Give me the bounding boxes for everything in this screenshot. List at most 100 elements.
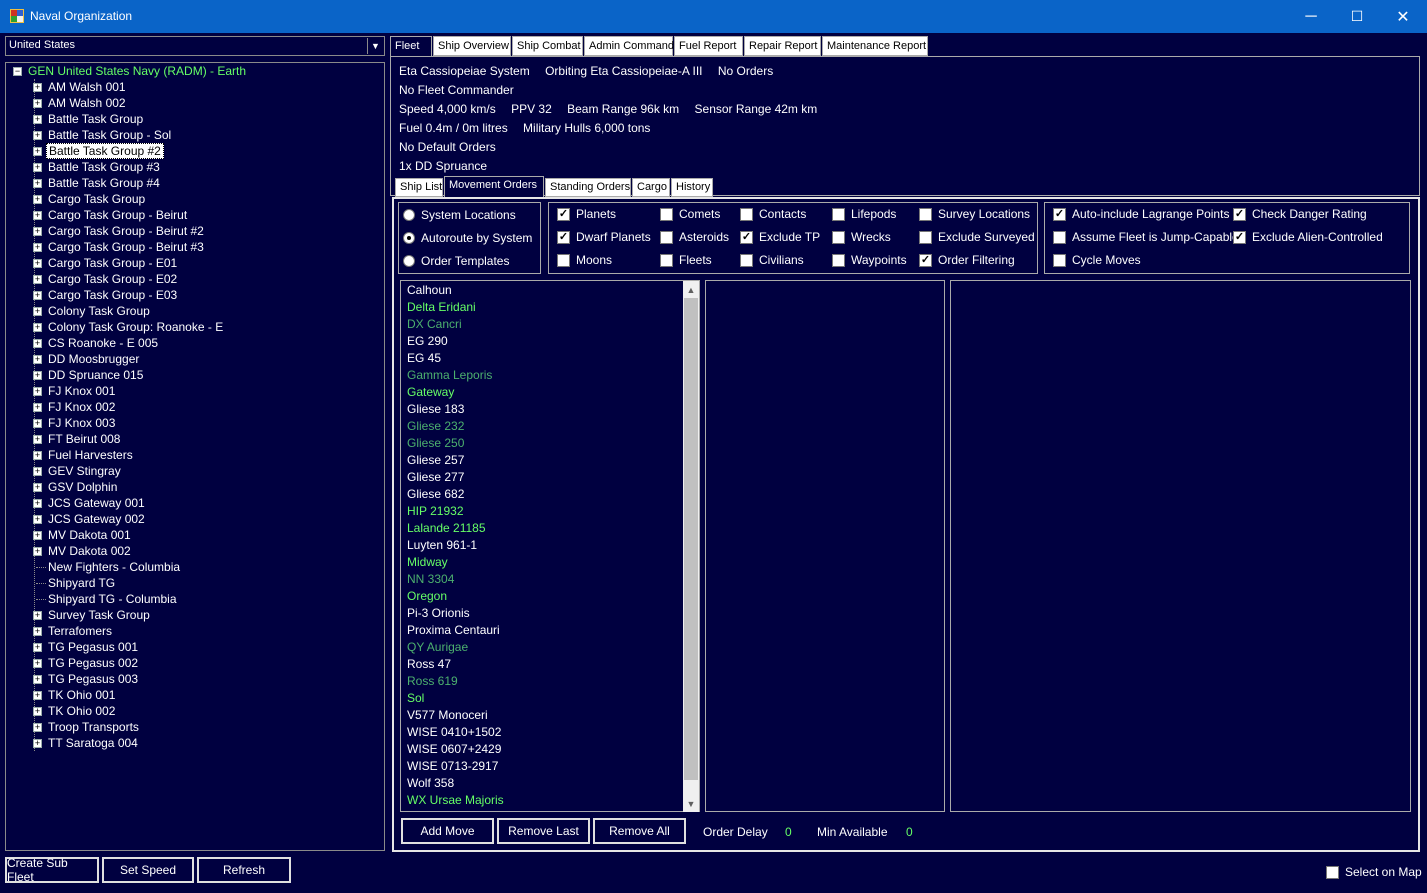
- system-list-item[interactable]: HIP 21932: [407, 504, 464, 518]
- tree-item[interactable]: Terrafomers: [46, 623, 114, 639]
- tree-item[interactable]: CS Roanoke - E 005: [46, 335, 160, 351]
- tree-item[interactable]: TT Saratoga 004: [46, 735, 140, 751]
- select-on-map-checkbox[interactable]: Select on Map: [1326, 865, 1422, 879]
- checkbox[interactable]: ✓: [1233, 230, 1246, 244]
- tree-item[interactable]: Fuel Harvesters: [46, 447, 135, 463]
- expand-icon[interactable]: +: [33, 515, 42, 524]
- checkbox[interactable]: ✓: [740, 230, 753, 244]
- tree-item[interactable]: Cargo Task Group - Beirut #3: [46, 239, 206, 255]
- tree-item[interactable]: Shipyard TG: [46, 575, 117, 591]
- tree-item[interactable]: Colony Task Group: Roanoke - E: [46, 319, 225, 335]
- checkbox[interactable]: [832, 207, 845, 221]
- expand-icon[interactable]: +: [33, 355, 42, 364]
- close-button[interactable]: ✕: [1380, 0, 1426, 33]
- radio-button[interactable]: [403, 255, 415, 267]
- tree-item[interactable]: FJ Knox 002: [46, 399, 117, 415]
- checkbox[interactable]: [1326, 865, 1339, 879]
- set-speed-button[interactable]: Set Speed: [102, 857, 194, 883]
- tree-item[interactable]: FT Beirut 008: [46, 431, 122, 447]
- tree-item[interactable]: FJ Knox 003: [46, 415, 117, 431]
- system-list-item[interactable]: Gliese 277: [407, 470, 464, 484]
- expand-icon[interactable]: +: [33, 467, 42, 476]
- system-list-item[interactable]: Ross 619: [407, 674, 458, 688]
- refresh-button[interactable]: Refresh: [197, 857, 291, 883]
- system-list-item[interactable]: NN 3304: [407, 572, 454, 586]
- expand-icon[interactable]: +: [33, 611, 42, 620]
- tree-item[interactable]: Cargo Task Group - Beirut: [46, 207, 189, 223]
- expand-icon[interactable]: +: [33, 131, 42, 140]
- expand-icon[interactable]: +: [33, 227, 42, 236]
- tree-item[interactable]: MV Dakota 002: [46, 543, 133, 559]
- tree-item[interactable]: Cargo Task Group - E03: [46, 287, 179, 303]
- filter-checkbox[interactable]: ✓ Order Filtering: [919, 253, 1015, 267]
- scroll-up-icon[interactable]: ▲: [683, 281, 699, 298]
- add-move-button[interactable]: Add Move: [401, 818, 494, 844]
- expand-icon[interactable]: +: [33, 83, 42, 92]
- option-checkbox[interactable]: ✓ Exclude Alien-Controlled: [1233, 230, 1383, 244]
- expand-icon[interactable]: +: [33, 387, 42, 396]
- tab-fleet[interactable]: Fleet: [390, 36, 432, 56]
- tree-item[interactable]: Battle Task Group - Sol: [46, 127, 173, 143]
- expand-icon[interactable]: +: [33, 659, 42, 668]
- expand-icon[interactable]: +: [33, 691, 42, 700]
- option-checkbox[interactable]: Cycle Moves: [1053, 253, 1141, 267]
- system-list-item[interactable]: Gateway: [407, 385, 454, 399]
- tab-history[interactable]: History: [671, 178, 713, 197]
- filter-checkbox[interactable]: ✓ Planets: [557, 207, 616, 221]
- expand-icon[interactable]: +: [33, 323, 42, 332]
- expand-icon[interactable]: +: [33, 707, 42, 716]
- tree-item[interactable]: JCS Gateway 001: [46, 495, 147, 511]
- checkbox[interactable]: [740, 253, 753, 267]
- checkbox[interactable]: ✓: [919, 253, 932, 267]
- tree-item[interactable]: Battle Task Group #2: [46, 143, 164, 159]
- system-list-item[interactable]: V577 Monoceri: [407, 708, 488, 722]
- expand-icon[interactable]: +: [33, 419, 42, 428]
- radio-system-locations[interactable]: System Locations: [403, 208, 516, 222]
- tab-repair-report[interactable]: Repair Report: [744, 36, 821, 56]
- tree-item[interactable]: GEV Stingray: [46, 463, 123, 479]
- system-list-item[interactable]: QY Aurigae: [407, 640, 468, 654]
- filter-checkbox[interactable]: Exclude Surveyed: [919, 230, 1035, 244]
- system-list-item[interactable]: DX Cancri: [407, 317, 462, 331]
- tree-item[interactable]: Shipyard TG - Columbia: [46, 591, 179, 607]
- expand-icon[interactable]: +: [33, 435, 42, 444]
- tree-item[interactable]: DD Spruance 015: [46, 367, 145, 383]
- option-checkbox[interactable]: Assume Fleet is Jump-Capable: [1053, 230, 1239, 244]
- expand-icon[interactable]: +: [33, 211, 42, 220]
- create-sub-fleet-button[interactable]: Create Sub Fleet: [5, 856, 99, 884]
- option-checkbox[interactable]: ✓ Auto-include Lagrange Points: [1053, 207, 1229, 221]
- checkbox[interactable]: [919, 230, 932, 244]
- expand-icon[interactable]: +: [33, 99, 42, 108]
- system-list-item[interactable]: Lalande 21185: [407, 521, 486, 535]
- filter-checkbox[interactable]: Lifepods: [832, 207, 896, 221]
- tree-item[interactable]: Troop Transports: [46, 719, 141, 735]
- tree-item[interactable]: Battle Task Group #3: [46, 159, 162, 175]
- expand-icon[interactable]: +: [33, 179, 42, 188]
- radio-autoroute[interactable]: Autoroute by System: [403, 231, 532, 245]
- filter-checkbox[interactable]: Comets: [660, 207, 720, 221]
- scroll-down-icon[interactable]: ▼: [683, 795, 699, 812]
- tree-item[interactable]: GSV Dolphin: [46, 479, 119, 495]
- tree-item[interactable]: FJ Knox 001: [46, 383, 117, 399]
- tree-item[interactable]: TG Pegasus 003: [46, 671, 140, 687]
- checkbox[interactable]: [832, 230, 845, 244]
- tab-fuel-report[interactable]: Fuel Report: [674, 36, 743, 56]
- expand-icon[interactable]: +: [33, 291, 42, 300]
- tree-item[interactable]: Survey Task Group: [46, 607, 152, 623]
- expand-icon[interactable]: +: [33, 115, 42, 124]
- orders-list[interactable]: [950, 280, 1411, 812]
- system-list-item[interactable]: Wolf 358: [407, 776, 454, 790]
- tree-item[interactable]: MV Dakota 001: [46, 527, 133, 543]
- system-list-item[interactable]: WISE 0607+2429: [407, 742, 501, 756]
- tree-item[interactable]: Cargo Task Group: [46, 191, 147, 207]
- system-list-item[interactable]: Luyten 961-1: [407, 538, 477, 552]
- checkbox[interactable]: [832, 253, 845, 267]
- system-list-item[interactable]: Pi-3 Orionis: [407, 606, 470, 620]
- tree-item[interactable]: TG Pegasus 001: [46, 639, 140, 655]
- system-list-item[interactable]: Gliese 257: [407, 453, 464, 467]
- tab-ship-list[interactable]: Ship List: [395, 178, 443, 197]
- expand-icon[interactable]: +: [33, 723, 42, 732]
- collapse-icon[interactable]: −: [13, 67, 22, 76]
- tree-item[interactable]: Cargo Task Group - E02: [46, 271, 179, 287]
- remove-all-button[interactable]: Remove All: [593, 818, 686, 844]
